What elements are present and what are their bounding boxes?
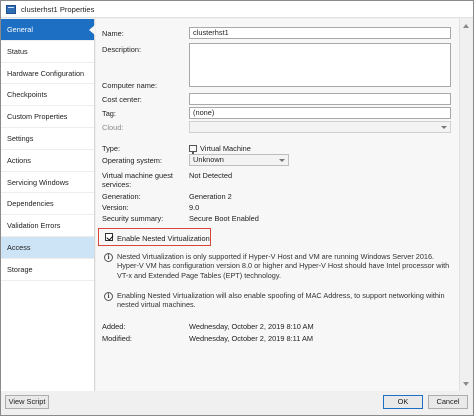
cloud-label: Cloud:: [102, 123, 124, 132]
sidebar-item-label: Actions: [7, 155, 31, 165]
nested-virtualization-label: Enable Nested Virtualization: [117, 234, 210, 243]
tag-label: Tag:: [102, 109, 116, 118]
sidebar-item-checkpoints[interactable]: Checkpoints: [1, 84, 94, 107]
sidebar-item-label: Hardware Configuration: [7, 68, 85, 78]
sidebar-item-label: General: [7, 25, 33, 34]
guest-services-value: Not Detected: [189, 171, 233, 180]
security-summary-value: Secure Boot Enabled: [189, 214, 259, 223]
chevron-down-icon: [279, 159, 285, 162]
sidebar-item-storage[interactable]: Storage: [1, 259, 94, 281]
scroll-down-icon[interactable]: [463, 382, 469, 386]
generation-value: Generation 2: [189, 192, 232, 201]
sidebar-item-settings[interactable]: Settings: [1, 128, 94, 150]
info-icon: i: [104, 292, 113, 301]
os-value: Unknown: [193, 155, 224, 164]
window-title: clusterhst1 Properties: [21, 4, 95, 14]
name-value: clusterhst1: [193, 28, 229, 37]
sidebar-item-custom-properties[interactable]: Custom Properties: [1, 106, 94, 128]
sidebar-item-status[interactable]: Status: [1, 41, 94, 63]
sidebar-item-label: Servicing Windows: [7, 177, 69, 187]
sidebar-item-validation-errors[interactable]: Validation Errors: [1, 215, 94, 237]
os-dropdown[interactable]: Unknown: [189, 154, 289, 166]
mac-spoofing-info: Enabling Nested Virtualization will also…: [117, 291, 445, 310]
title-bar: clusterhst1 Properties: [1, 1, 473, 18]
version-label: Version:: [102, 203, 129, 212]
sidebar-item-label: Storage: [7, 264, 33, 274]
computer-name-label: Computer name:: [102, 81, 158, 90]
modified-value: Wednesday, October 2, 2019 8:11 AM: [189, 334, 314, 343]
type-value: Virtual Machine: [189, 144, 251, 154]
tag-value: (none): [193, 108, 215, 117]
security-summary-label: Security summary:: [102, 214, 164, 223]
type-label: Type:: [102, 144, 121, 153]
tag-field[interactable]: (none): [189, 107, 451, 119]
cost-center-field[interactable]: [189, 93, 451, 105]
guest-services-label-2: services:: [102, 180, 132, 189]
sidebar-item-label: Access: [7, 242, 31, 252]
sidebar-item-access[interactable]: Access: [1, 236, 94, 259]
description-label: Description:: [102, 45, 142, 54]
cancel-button[interactable]: Cancel: [428, 395, 468, 409]
sidebar-nav: General Status Hardware Configuration Ch…: [1, 19, 95, 391]
sidebar-item-label: Status: [7, 46, 28, 56]
general-panel: Name: clusterhst1 Description: Computer …: [96, 19, 459, 391]
os-label: Operating system:: [102, 156, 162, 165]
scroll-up-icon[interactable]: [463, 24, 469, 28]
nested-virtualization-checkbox[interactable]: [105, 233, 113, 241]
cost-center-label: Cost center:: [102, 95, 142, 104]
vertical-scrollbar[interactable]: [459, 19, 473, 391]
version-value: 9.0: [189, 203, 200, 212]
sidebar-item-hardware-configuration[interactable]: Hardware Configuration: [1, 63, 94, 85]
description-field[interactable]: [189, 43, 451, 87]
info-icon: i: [104, 253, 113, 262]
added-value: Wednesday, October 2, 2019 8:10 AM: [189, 322, 314, 331]
sidebar-item-actions[interactable]: Actions: [1, 150, 94, 172]
dialog-footer: View Script OK Cancel: [1, 391, 473, 415]
ok-button[interactable]: OK: [383, 395, 423, 409]
sidebar-item-label: Custom Properties: [7, 112, 68, 122]
name-label: Name:: [102, 29, 124, 38]
sidebar-item-general[interactable]: General: [1, 19, 95, 41]
cloud-dropdown[interactable]: [189, 121, 451, 133]
generation-label: Generation:: [102, 192, 141, 201]
name-field[interactable]: clusterhst1: [189, 27, 451, 39]
sidebar-item-label: Checkpoints: [7, 90, 48, 100]
properties-dialog: clusterhst1 Properties General Status Ha…: [0, 0, 474, 416]
added-label: Added:: [102, 322, 126, 331]
active-pointer-icon: [89, 24, 95, 35]
sidebar-item-label: Settings: [7, 133, 34, 143]
chevron-down-icon: [441, 126, 447, 129]
type-text: Virtual Machine: [200, 144, 251, 153]
sidebar-item-servicing-windows[interactable]: Servicing Windows: [1, 172, 94, 194]
modified-label: Modified:: [102, 334, 132, 343]
virtual-machine-icon: [189, 145, 197, 154]
sidebar-item-label: Validation Errors: [7, 221, 61, 231]
guest-services-label-1: Virtual machine guest: [102, 171, 173, 180]
nested-virtualization-info: Nested Virtualization is only supported …: [117, 252, 450, 280]
window-properties-icon: [6, 4, 16, 14]
sidebar-item-dependencies[interactable]: Dependencies: [1, 193, 94, 216]
view-script-button[interactable]: View Script: [5, 395, 49, 409]
sidebar-item-label: Dependencies: [7, 199, 54, 209]
